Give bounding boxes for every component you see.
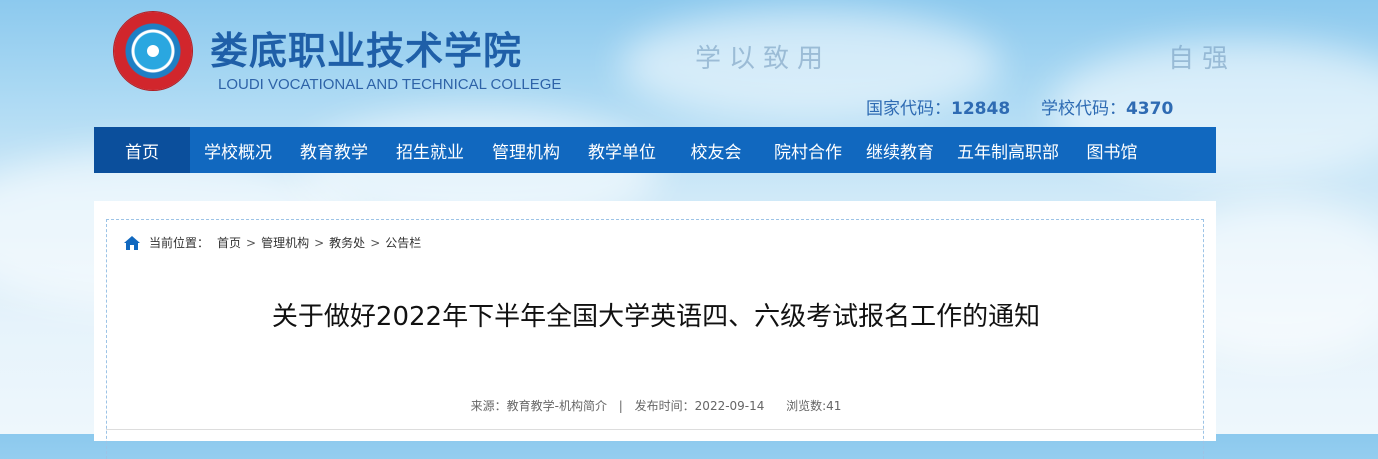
breadcrumb-prefix: 当前位置： [149,236,210,250]
content-divider [106,429,1204,430]
school-code-label: 学校代码： [1040,99,1126,119]
publish-date: 2022-09-14 [694,399,765,413]
article-source: 教育教学-机构简介 [506,399,607,413]
breadcrumb-home[interactable]: 首页 [217,234,241,251]
breadcrumb-management[interactable]: 管理机构 [261,234,309,251]
college-name-en: LOUDI VOCATIONAL AND TECHNICAL COLLEGE [218,76,562,93]
national-code-label: 国家代码： [866,99,951,119]
college-logo[interactable] [114,12,192,90]
nav-item-continuing-education[interactable]: 继续教育 [854,127,946,173]
breadcrumb-separator: > [370,235,381,250]
main-navigation: 首页 学校概况 教育教学 招生就业 管理机构 教学单位 校友会 院村合作 继续教… [94,127,1216,173]
nav-item-home[interactable]: 首页 [94,127,190,173]
college-name-cn: 娄底职业技术学院 [210,28,523,73]
view-count: 41 [826,399,842,413]
date-label: 发布时间： [634,399,695,413]
nav-item-alumni[interactable]: 校友会 [670,127,762,173]
school-code: 4370 [1125,99,1174,119]
breadcrumb-separator: > [314,235,325,250]
breadcrumb: 当前位置： 首页 > 管理机构 > 教务处 > 公告栏 [123,234,421,251]
nav-item-village-cooperation[interactable]: 院村合作 [762,127,854,173]
nav-item-education[interactable]: 教育教学 [286,127,382,173]
article-title: 关于做好2022年下半年全国大学英语四、六级考试报名工作的通知 [271,302,1041,332]
views-label: 浏览数: [786,399,827,413]
nav-item-five-year-program[interactable]: 五年制高职部 [946,127,1070,173]
motto-text-right: 自强 [1168,44,1237,74]
nav-item-management[interactable]: 管理机构 [478,127,574,173]
logo-center [147,45,159,57]
school-codes: 国家代码：12848 学校代码：4370 [866,94,1173,119]
breadcrumb-academic-affairs[interactable]: 教务处 [329,234,365,251]
nav-item-library[interactable]: 图书馆 [1070,127,1154,173]
content-panel: 当前位置： 首页 > 管理机构 > 教务处 > 公告栏 关于做好2022年下半年… [94,201,1216,459]
source-label: 来源： [470,399,507,413]
breadcrumb-notice-board[interactable]: 公告栏 [385,234,421,251]
article-box: 当前位置： 首页 > 管理机构 > 教务处 > 公告栏 关于做好2022年下半年… [106,219,1204,459]
nav-item-admission[interactable]: 招生就业 [382,127,478,173]
national-code: 12848 [951,99,1011,119]
home-icon [124,235,140,250]
site-header: 娄底职业技术学院 LOUDI VOCATIONAL AND TECHNICAL … [0,0,1378,127]
nav-item-overview[interactable]: 学校概况 [190,127,286,173]
motto-text: 学以致用 [695,44,832,74]
breadcrumb-separator: > [246,235,257,250]
article-meta: 来源：教育教学-机构简介 | 发布时间：2022-09-14 浏览数:41 [107,397,1205,414]
nav-item-teaching-units[interactable]: 教学单位 [574,127,670,173]
meta-divider: | [618,399,623,413]
